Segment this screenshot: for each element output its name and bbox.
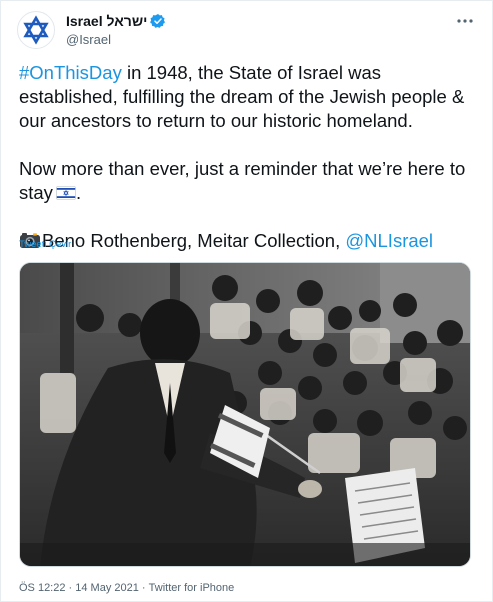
tweet-paragraph-3: Beno Rothenberg, Meitar Collection, @NLI… [19,229,481,253]
translate-tweet-link[interactable]: Tweeti Çevir [19,239,71,250]
verified-badge-icon [150,14,166,28]
tweet-text: #OnThisDay in 1948, the State of Israel … [19,61,481,253]
tweet-source[interactable]: Twitter for iPhone [149,582,235,594]
photo-credit: Beno Rothenberg, Meitar Collection, [42,230,346,251]
israel-flag-icon [56,186,76,200]
tweet-header: Israel ישראל @Israel [17,11,479,49]
hashtag-link[interactable]: #OnThisDay [19,62,122,83]
footer-separator: · [65,582,76,594]
tweet-footer: ÖS 12:22 · 14 May 2021 · Twitter for iPh… [19,582,234,594]
tweet-photo[interactable] [19,262,471,567]
footer-separator-2: · [138,582,149,594]
tweet-paragraph-2: Now more than ever, just a reminder that… [19,158,466,203]
author-names[interactable]: Israel ישראל @Israel [66,12,166,47]
avatar[interactable] [17,11,55,49]
historic-photo-image [20,263,470,566]
tweet-text-line2: Now more than ever, just a reminder that… [19,158,466,203]
tweet-paragraph-1: #OnThisDay in 1948, the State of Israel … [19,61,481,133]
tweet-time[interactable]: ÖS 12:22 [19,582,65,594]
more-dots-icon [457,19,473,23]
user-handle[interactable]: @Israel [66,32,166,47]
star-of-david-icon [23,15,49,45]
mention-link[interactable]: @NLIsrael [345,230,433,251]
tweet-card: Israel ישראל @Israel #OnThisDay in 1948,… [0,0,493,602]
display-name[interactable]: Israel ישראל [66,13,147,29]
more-options-button[interactable] [455,11,475,31]
tweet-date[interactable]: 14 May 2021 [75,582,139,594]
